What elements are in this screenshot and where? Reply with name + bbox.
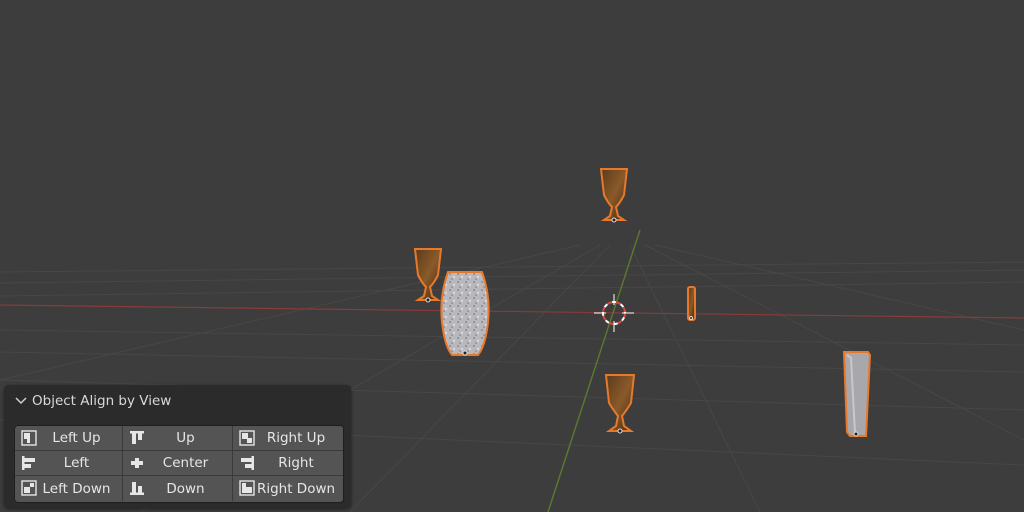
button-label: Right Down	[256, 480, 336, 497]
button-label: Down	[166, 480, 205, 497]
center-button[interactable]: Center	[123, 451, 233, 476]
goblet-object[interactable]	[599, 168, 629, 223]
button-label: Right Up	[266, 430, 326, 446]
operator-panel: Object Align by View Left Up Up Right Up…	[4, 385, 351, 508]
y-axis-line	[547, 229, 641, 512]
button-label: Up	[176, 430, 195, 446]
up-button[interactable]: Up	[123, 426, 233, 451]
align-right-up-icon	[239, 430, 255, 446]
vase-object[interactable]	[440, 271, 490, 356]
small-bar-object[interactable]	[687, 286, 696, 321]
button-label: Left Up	[52, 430, 101, 446]
align-button-grid: Left Up Up Right Up Left Center Right Le…	[14, 425, 344, 503]
align-right-down-icon	[239, 480, 255, 496]
tall-block-object[interactable]	[842, 351, 872, 437]
right-button[interactable]: Right	[233, 451, 343, 476]
align-right-icon	[241, 456, 254, 470]
left-button[interactable]: Left	[15, 451, 123, 476]
button-label: Left Down	[42, 480, 111, 497]
right-up-button[interactable]: Right Up	[233, 426, 343, 451]
button-label: Right	[278, 455, 314, 471]
align-up-icon	[130, 431, 144, 444]
panel-title: Object Align by View	[32, 393, 172, 409]
button-label: Left	[63, 455, 90, 471]
align-left-down-icon	[21, 480, 37, 496]
button-label: Center	[162, 455, 209, 471]
right-down-button[interactable]: Right Down	[233, 476, 343, 501]
align-center-icon	[131, 458, 143, 468]
goblet-object[interactable]	[604, 374, 636, 434]
align-down-icon	[130, 482, 144, 495]
down-button[interactable]: Down	[123, 476, 233, 501]
x-axis-line	[0, 304, 1024, 319]
align-left-icon	[22, 456, 35, 470]
chevron-down-icon	[15, 397, 27, 405]
left-down-button[interactable]: Left Down	[15, 476, 123, 501]
goblet-object[interactable]	[413, 248, 443, 303]
align-left-up-icon	[21, 430, 37, 446]
left-up-button[interactable]: Left Up	[15, 426, 123, 451]
panel-header[interactable]: Object Align by View	[14, 391, 171, 411]
